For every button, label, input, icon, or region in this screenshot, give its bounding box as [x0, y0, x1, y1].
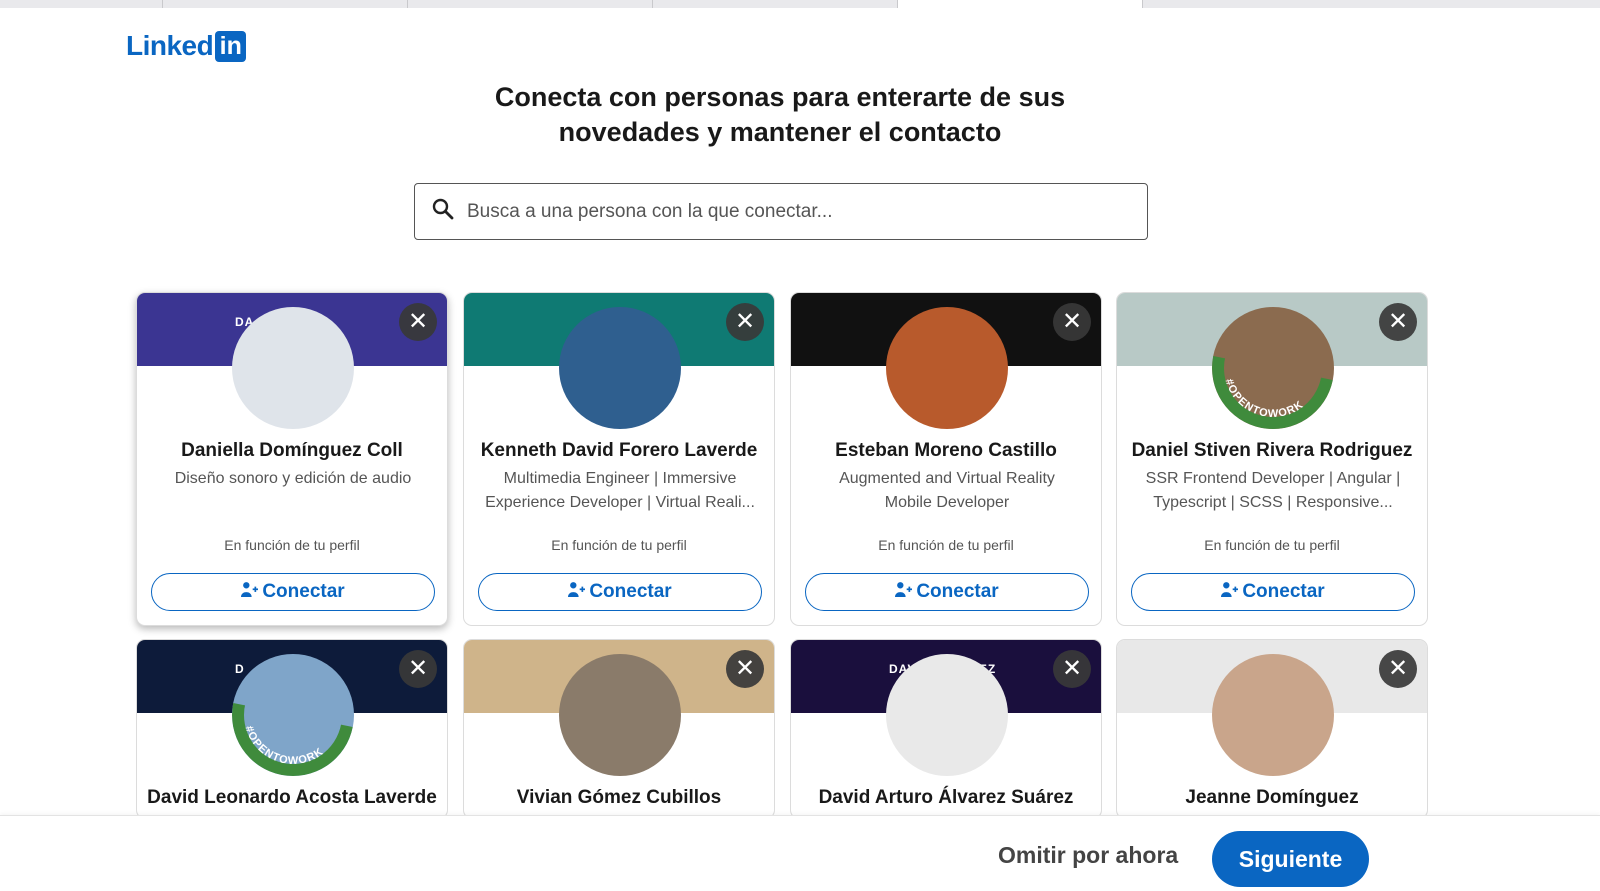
page-title: Conecta con personas para enterarte de s… — [420, 80, 1140, 150]
suggestion-card[interactable]: DA OLL✕Daniella Domínguez CollDiseño son… — [136, 292, 448, 626]
suggestion-reason: En función de tu perfil — [224, 537, 360, 553]
search-box[interactable] — [414, 183, 1148, 240]
open-to-work-text: #OPENTOWORK — [243, 724, 325, 767]
connect-button[interactable]: Conectar — [478, 573, 762, 611]
linkedin-logo[interactable]: Linked in — [126, 30, 247, 62]
browser-tab[interactable] — [163, 0, 408, 8]
next-button[interactable]: Siguiente — [1212, 831, 1369, 887]
avatar[interactable] — [886, 654, 1008, 776]
page-title-line-1: Conecta con personas para enterarte de s… — [494, 82, 1066, 112]
avatar[interactable] — [232, 307, 354, 429]
browser-tab[interactable] — [0, 0, 163, 8]
avatar[interactable] — [1212, 654, 1334, 776]
connect-button[interactable]: Conectar — [1131, 573, 1415, 611]
search-icon — [431, 197, 455, 226]
avatar[interactable] — [886, 307, 1008, 429]
close-icon: ✕ — [734, 308, 756, 335]
person-name[interactable]: David Arturo Álvarez Suárez — [791, 787, 1101, 809]
person-name[interactable]: David Leonardo Acosta Laverde — [137, 787, 447, 809]
close-icon: ✕ — [1387, 308, 1409, 335]
person-headline: Augmented and Virtual Reality Mobile Deve… — [803, 467, 1091, 515]
close-icon: ✕ — [1387, 655, 1409, 682]
dismiss-button[interactable]: ✕ — [399, 650, 437, 688]
footer-bar: Omitir por ahora Siguiente — [0, 815, 1600, 891]
open-to-work-text: #OPENTOWORK — [1223, 377, 1305, 420]
add-person-icon — [895, 581, 916, 604]
add-person-icon — [568, 581, 589, 604]
person-name[interactable]: Daniel Stiven Rivera Rodriguez — [1117, 440, 1427, 462]
connect-label: Conectar — [589, 581, 672, 602]
person-name[interactable]: Esteban Moreno Castillo — [791, 440, 1101, 462]
dismiss-button[interactable]: ✕ — [1379, 303, 1417, 341]
suggestion-reason: En función de tu perfil — [551, 537, 687, 553]
avatar[interactable]: #OPENTOWORK — [1212, 307, 1334, 429]
suggestion-reason: En función de tu perfil — [878, 537, 1014, 553]
open-to-work-badge: #OPENTOWORK — [1223, 377, 1306, 420]
logo-in-box: in — [215, 30, 247, 62]
search-input[interactable] — [467, 200, 1107, 223]
suggestion-reason: En función de tu perfil — [1204, 537, 1340, 553]
suggestion-card[interactable]: ✕ Vivian Gómez Cubillos — [463, 639, 775, 819]
browser-tab[interactable] — [408, 0, 653, 8]
close-icon: ✕ — [1061, 655, 1083, 682]
browser-tab[interactable] — [653, 0, 898, 8]
suggestion-card[interactable]: ✕ Kenneth David Forero Laverde Multimedia … — [463, 292, 775, 626]
suggestion-card[interactable]: ✕ Jeanne Domínguez — [1116, 639, 1428, 819]
open-to-work-badge: #OPENTOWORK — [243, 724, 326, 767]
page-title-line-2: novedades y mantener el contacto — [558, 117, 1002, 147]
avatar[interactable] — [559, 654, 681, 776]
person-name[interactable]: Daniella Domínguez Coll — [137, 440, 447, 462]
person-headline: Diseño sonoro y edición de audio — [149, 467, 437, 491]
headline-line-1: SSR Frontend Developer | Angular | — [1145, 470, 1401, 487]
headline-line-2: Mobile Developer — [884, 494, 1010, 511]
connect-label: Conectar — [262, 581, 345, 602]
add-person-icon — [1221, 581, 1242, 604]
person-name[interactable]: Jeanne Domínguez — [1117, 787, 1427, 809]
headline-line-2: Experience Developer | Virtual Reali... — [485, 494, 755, 511]
dismiss-button[interactable]: ✕ — [1379, 650, 1417, 688]
connect-label: Conectar — [1242, 581, 1325, 602]
avatar[interactable] — [559, 307, 681, 429]
browser-tab-strip — [0, 0, 1600, 8]
person-name[interactable]: Kenneth David Forero Laverde — [464, 440, 774, 462]
close-icon: ✕ — [407, 655, 429, 682]
close-icon: ✕ — [407, 308, 429, 335]
headline-line-1: Augmented and Virtual Reality — [839, 470, 1055, 487]
connect-button[interactable]: Conectar — [151, 573, 435, 611]
suggestion-card[interactable]: ✕ Esteban Moreno Castillo Augmented and Vi… — [790, 292, 1102, 626]
dismiss-button[interactable]: ✕ — [1053, 303, 1091, 341]
dismiss-button[interactable]: ✕ — [726, 303, 764, 341]
connect-button[interactable]: Conectar — [805, 573, 1089, 611]
svg-text:#OPENTOWORK: #OPENTOWORK — [243, 724, 326, 767]
dismiss-button[interactable]: ✕ — [1053, 650, 1091, 688]
avatar[interactable]: #OPENTOWORK — [232, 654, 354, 776]
add-person-icon — [241, 581, 262, 604]
dismiss-button[interactable]: ✕ — [726, 650, 764, 688]
headline-line-1: Multimedia Engineer | Immersive — [503, 470, 737, 487]
headline-line-2: Typescript | SCSS | Responsive... — [1153, 494, 1393, 511]
skip-button[interactable]: Omitir por ahora — [998, 842, 1178, 869]
suggestion-card[interactable]: D FA✕#OPENTOWORKDavid Leonardo Acosta La… — [136, 639, 448, 819]
logo-wordmark: Linked — [126, 30, 214, 61]
headline-line-1: Diseño sonoro y edición de audio — [174, 470, 412, 487]
person-headline: SSR Frontend Developer | Angular | Typesc… — [1129, 467, 1417, 515]
connect-label: Conectar — [916, 581, 999, 602]
person-headline: Multimedia Engineer | Immersive Experienc… — [476, 467, 764, 515]
person-name[interactable]: Vivian Gómez Cubillos — [464, 787, 774, 809]
browser-tab-active[interactable] — [898, 0, 1143, 8]
close-icon: ✕ — [1061, 308, 1083, 335]
close-icon: ✕ — [734, 655, 756, 682]
suggestion-card[interactable]: ✕ #OPENTOWORK Daniel Stiven Rivera Rodrigu… — [1116, 292, 1428, 626]
suggestion-card[interactable]: DAVID ALVAREZ✕David Arturo Álvarez Suáre… — [790, 639, 1102, 819]
svg-text:#OPENTOWORK: #OPENTOWORK — [1223, 377, 1306, 420]
dismiss-button[interactable]: ✕ — [399, 303, 437, 341]
